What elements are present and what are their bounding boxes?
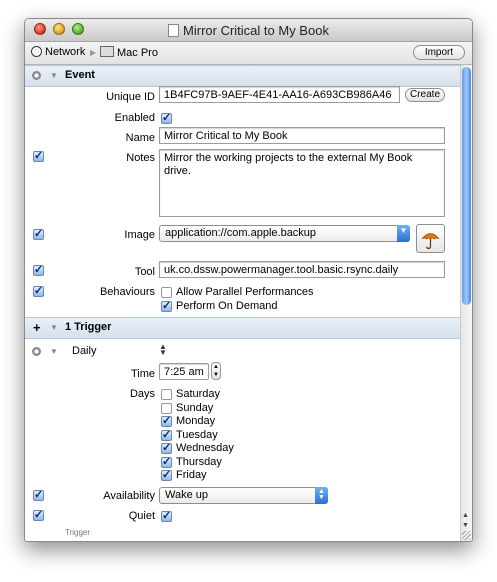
notes-field[interactable]: Mirror the working projects to the exter… bbox=[159, 149, 445, 217]
day-label-wednesday: Wednesday bbox=[176, 442, 234, 454]
day-checkbox-monday[interactable]: ✓ bbox=[161, 416, 172, 427]
availability-label: Availability bbox=[103, 490, 155, 502]
computer-icon bbox=[100, 46, 114, 57]
create-button[interactable]: Create bbox=[405, 88, 445, 102]
trigger-header-label: 1 Trigger bbox=[65, 321, 112, 333]
network-icon bbox=[31, 46, 42, 57]
unique-id-label: Unique ID bbox=[106, 91, 155, 103]
gear-icon[interactable] bbox=[31, 346, 42, 357]
notes-label: Notes bbox=[126, 152, 155, 164]
chevron-down-icon: ▼ bbox=[397, 225, 410, 242]
vertical-scrollbar[interactable]: ▲ ▼ bbox=[460, 65, 472, 541]
trigger-type-select[interactable]: Daily bbox=[72, 345, 96, 357]
quiet-checkbox[interactable]: ✓ bbox=[161, 511, 172, 522]
scroll-up-arrow-icon[interactable]: ▲ bbox=[462, 512, 469, 519]
path-bar: Network ▶ Mac Pro Import bbox=[25, 42, 472, 65]
disclosure-triangle-icon[interactable]: ▼ bbox=[50, 347, 58, 356]
perform-on-demand-label: Perform On Demand bbox=[176, 300, 278, 312]
resize-grip-icon[interactable] bbox=[462, 531, 471, 540]
event-header-label: Event bbox=[65, 69, 95, 81]
disclosure-triangle-icon[interactable]: ▼ bbox=[50, 71, 58, 80]
tool-include-checkbox[interactable]: ✓ bbox=[33, 265, 44, 276]
behaviours-label: Behaviours bbox=[99, 286, 155, 298]
image-well[interactable] bbox=[416, 224, 445, 253]
add-trigger-button[interactable]: + bbox=[33, 320, 41, 335]
tool-label: Tool bbox=[134, 266, 155, 278]
day-label-sunday: Sunday bbox=[176, 401, 214, 414]
day-checkbox-tuesday[interactable]: ✓ bbox=[161, 429, 172, 441]
app-window: Mirror Critical to My Book Network ▶ Mac… bbox=[24, 18, 473, 542]
breadcrumb-separator: ▶ bbox=[90, 48, 97, 57]
allow-parallel-checkbox[interactable]: ✓ bbox=[161, 287, 172, 298]
name-label: Name bbox=[125, 132, 155, 144]
breadcrumb-network[interactable]: Network bbox=[31, 46, 85, 58]
day-label-monday: Monday bbox=[176, 415, 216, 427]
availability-include-checkbox[interactable]: ✓ bbox=[33, 490, 44, 501]
umbrella-icon bbox=[421, 233, 440, 250]
behaviours-include-checkbox[interactable]: ✓ bbox=[33, 286, 44, 297]
scroll-down-arrow-icon[interactable]: ▼ bbox=[462, 522, 469, 529]
image-label: Image bbox=[124, 229, 155, 241]
chevron-updown-icon: ▲ ▼ bbox=[315, 487, 328, 504]
time-field[interactable]: 7:25 am bbox=[159, 363, 209, 380]
image-include-checkbox[interactable]: ✓ bbox=[33, 229, 44, 240]
tool-field[interactable]: uk.co.dssw.powermanager.tool.basic.rsync… bbox=[159, 261, 445, 278]
day-checkbox-thursday[interactable]: ✓ bbox=[161, 456, 172, 468]
allow-parallel-label: Allow Parallel Performances bbox=[176, 286, 314, 298]
day-label-friday: Friday bbox=[176, 469, 207, 481]
unique-id-field[interactable]: 1B4FC97B-9AEF-4E41-AA16-A693CB986A46 bbox=[159, 86, 400, 103]
image-select[interactable]: application://com.apple.backup ▼ bbox=[159, 225, 410, 242]
name-field[interactable]: Mirror Critical to My Book bbox=[159, 127, 445, 144]
time-label: Time bbox=[130, 368, 155, 380]
notes-include-checkbox[interactable]: ✓ bbox=[33, 151, 44, 162]
disclosure-triangle-icon[interactable]: ▼ bbox=[50, 323, 58, 332]
window-title: Mirror Critical to My Book bbox=[25, 23, 472, 38]
day-checkbox-sunday[interactable]: ✓ bbox=[161, 402, 172, 414]
stepper-arrows-icon[interactable]: ▲ ▼ bbox=[159, 343, 167, 357]
breadcrumb-mac-pro[interactable]: Mac Pro bbox=[100, 46, 158, 59]
day-checkbox-friday[interactable]: ✓ bbox=[161, 470, 172, 481]
enabled-checkbox[interactable]: ✓ bbox=[161, 113, 172, 124]
time-stepper[interactable]: ▲ ▼ bbox=[211, 362, 221, 380]
day-label-tuesday: Tuesday bbox=[176, 428, 218, 441]
day-checkbox-wednesday[interactable]: ✓ bbox=[161, 443, 172, 454]
gear-icon[interactable] bbox=[31, 70, 42, 81]
perform-on-demand-checkbox[interactable]: ✓ bbox=[161, 301, 172, 312]
import-button[interactable]: Import bbox=[413, 45, 465, 60]
trigger-footer-label: Trigger bbox=[65, 528, 91, 537]
day-checkbox-saturday[interactable]: ✓ bbox=[161, 389, 172, 400]
days-label: Days bbox=[129, 388, 155, 400]
quiet-label: Quiet bbox=[128, 510, 155, 522]
title-bar: Mirror Critical to My Book bbox=[25, 19, 472, 42]
document-icon bbox=[168, 24, 180, 37]
day-label-saturday: Saturday bbox=[176, 388, 221, 400]
availability-select[interactable]: Wake up ▲ ▼ bbox=[159, 487, 328, 504]
quiet-include-checkbox[interactable]: ✓ bbox=[33, 510, 44, 521]
trigger-section-header: + ▼ 1 Trigger bbox=[25, 317, 461, 339]
scrollbar-thumb[interactable] bbox=[462, 67, 471, 305]
day-label-thursday: Thursday bbox=[176, 455, 222, 468]
event-section-header: ▼ Event bbox=[25, 65, 461, 87]
enabled-label: Enabled bbox=[114, 112, 155, 124]
